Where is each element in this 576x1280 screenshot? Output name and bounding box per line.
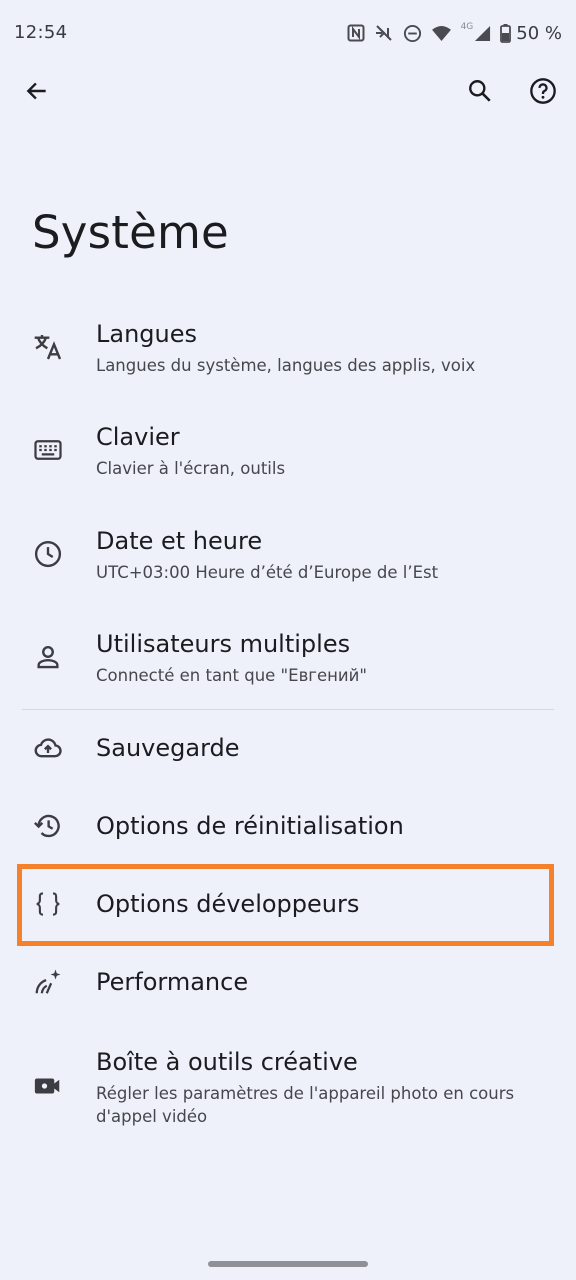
person-icon <box>30 639 66 675</box>
dnd-icon <box>403 24 422 43</box>
list-item-reset-options[interactable]: Options de réinitialisation <box>0 790 576 864</box>
battery-icon <box>500 23 512 43</box>
list-item-multiple-users[interactable]: Utilisateurs multiples Connecté en tant … <box>0 622 576 706</box>
item-title: Boîte à outils créative <box>96 1048 358 1076</box>
list-item-developer-options[interactable]: Options développeurs <box>0 868 576 942</box>
performance-icon <box>30 964 66 1000</box>
item-subtitle: UTC+03:00 Heure d’été d’Europe de l’Est <box>96 563 439 582</box>
item-title: Clavier <box>96 423 180 451</box>
list-item-keyboard[interactable]: Clavier Clavier à l'écran, outils <box>0 415 576 511</box>
cloud-upload-icon <box>30 730 66 766</box>
nfc-icon <box>347 24 365 42</box>
status-time: 12:54 <box>14 22 68 43</box>
status-icons: 4G 50 % <box>347 20 562 46</box>
section-divider <box>22 709 554 710</box>
item-subtitle: Régler les paramètres de l'appareil phot… <box>96 1084 515 1126</box>
video-camera-settings-icon <box>30 1068 66 1104</box>
list-item-languages[interactable]: Langues Langues du système, langues des … <box>0 312 576 408</box>
item-subtitle: Connecté en tant que "Евгений" <box>96 666 367 685</box>
item-subtitle: Langues du système, langues des applis, … <box>96 356 476 375</box>
network-type-label: 4G <box>460 22 474 32</box>
settings-screen: 12:54 4G 50 % Système Langues Langues du… <box>0 0 576 1280</box>
status-bar: 12:54 4G 50 % <box>0 0 576 68</box>
item-title: Utilisateurs multiples <box>96 630 351 658</box>
list-item-backup[interactable]: Sauvegarde <box>0 712 576 786</box>
item-title: Sauvegarde <box>96 734 240 762</box>
list-item-date-time[interactable]: Date et heure UTC+03:00 Heure d’été d’Eu… <box>0 519 576 615</box>
item-title: Performance <box>96 968 249 996</box>
keyboard-icon <box>30 432 66 468</box>
item-title: Langues <box>96 320 198 348</box>
page-title: Système <box>32 206 229 259</box>
search-button[interactable] <box>456 69 504 117</box>
list-item-creative-toolbox[interactable]: Boîte à outils créative Régler les param… <box>0 1040 576 1136</box>
arrow-back-icon <box>24 78 50 108</box>
translate-icon <box>30 329 66 365</box>
item-subtitle: Clavier à l'écran, outils <box>96 459 286 478</box>
top-app-bar <box>0 68 576 120</box>
cell-signal-icon <box>474 25 491 42</box>
list-item-performance[interactable]: Performance <box>0 946 576 1020</box>
code-braces-icon <box>30 886 66 922</box>
wifi-icon <box>431 25 452 42</box>
battery-percent: 50 % <box>516 22 562 44</box>
item-title: Options développeurs <box>96 890 360 918</box>
history-icon <box>30 808 66 844</box>
vibrate-off-icon <box>374 24 394 42</box>
item-title: Date et heure <box>96 527 263 555</box>
item-title: Options de réinitialisation <box>96 812 404 840</box>
clock-icon <box>30 536 66 572</box>
home-indicator[interactable] <box>208 1261 368 1267</box>
help-icon <box>529 77 557 109</box>
back-button[interactable] <box>13 69 61 117</box>
help-button[interactable] <box>519 69 567 117</box>
search-icon <box>467 78 493 108</box>
